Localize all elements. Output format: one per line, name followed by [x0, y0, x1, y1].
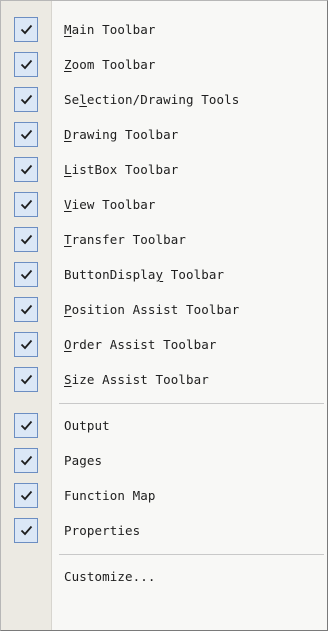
checkmark-icon: [14, 367, 38, 392]
menu-item-label: Size Assist Toolbar: [64, 372, 209, 387]
menu-item-label: View Toolbar: [64, 197, 156, 212]
checkmark-icon: [14, 157, 38, 182]
menu-item-label: Position Assist Toolbar: [64, 302, 240, 317]
checkmark-icon: [14, 262, 38, 287]
view-toolbars-context-menu: Main Toolbar Zoom Toolbar Selection/Draw…: [0, 0, 328, 631]
menu-item-zoom-toolbar[interactable]: Zoom Toolbar: [1, 48, 327, 83]
menu-item-label: Pages: [64, 453, 103, 468]
checkmark-icon: [14, 332, 38, 357]
menu-item-output[interactable]: Output: [1, 409, 327, 444]
menu-item-label: Main Toolbar: [64, 22, 156, 37]
menu-item-label: ButtonDisplay Toolbar: [64, 267, 225, 282]
menu-item-label: Function Map: [64, 488, 156, 503]
checkmark-icon: [14, 518, 38, 543]
checkmark-icon: [14, 297, 38, 322]
menu-item-label: Selection/Drawing Tools: [64, 92, 240, 107]
checkmark-icon: [14, 413, 38, 438]
checkmark-icon: [14, 17, 38, 42]
menu-item-view-toolbar[interactable]: View Toolbar: [1, 188, 327, 223]
menu-item-function-map[interactable]: Function Map: [1, 479, 327, 514]
checkmark-icon: [14, 52, 38, 77]
menu-item-listbox-toolbar[interactable]: ListBox Toolbar: [1, 153, 327, 188]
checkmark-icon: [14, 87, 38, 112]
menu-item-order-assist-toolbar[interactable]: Order Assist Toolbar: [1, 328, 327, 363]
menu-item-pages[interactable]: Pages: [1, 444, 327, 479]
menu-item-drawing-toolbar[interactable]: Drawing Toolbar: [1, 118, 327, 153]
menu-item-position-assist-toolbar[interactable]: Position Assist Toolbar: [1, 293, 327, 328]
menu-item-size-assist-toolbar[interactable]: Size Assist Toolbar: [1, 363, 327, 398]
checkmark-icon: [14, 122, 38, 147]
menu-separator: [1, 398, 327, 409]
checkmark-icon: [14, 483, 38, 508]
menu-item-selection-drawing-tools[interactable]: Selection/Drawing Tools: [1, 83, 327, 118]
menu-item-label: ListBox Toolbar: [64, 162, 179, 177]
menu-separator: [1, 549, 327, 560]
menu-item-properties[interactable]: Properties: [1, 514, 327, 549]
menu-item-customize[interactable]: Customize...: [1, 560, 327, 595]
checkmark-icon: [14, 448, 38, 473]
menu-item-label: Drawing Toolbar: [64, 127, 179, 142]
menu-item-buttondisplay-toolbar[interactable]: ButtonDisplay Toolbar: [1, 258, 327, 293]
checkmark-icon: [14, 192, 38, 217]
menu-item-label: Properties: [64, 523, 141, 538]
menu-item-transfer-toolbar[interactable]: Transfer Toolbar: [1, 223, 327, 258]
menu-item-label: Transfer Toolbar: [64, 232, 187, 247]
menu-item-label: Customize...: [64, 569, 156, 584]
menu-item-main-toolbar[interactable]: Main Toolbar: [1, 13, 327, 48]
menu-items: Main Toolbar Zoom Toolbar Selection/Draw…: [1, 13, 327, 595]
menu-item-label: Zoom Toolbar: [64, 57, 156, 72]
checkmark-icon: [14, 227, 38, 252]
menu-item-label: Order Assist Toolbar: [64, 337, 217, 352]
menu-item-label: Output: [64, 418, 110, 433]
